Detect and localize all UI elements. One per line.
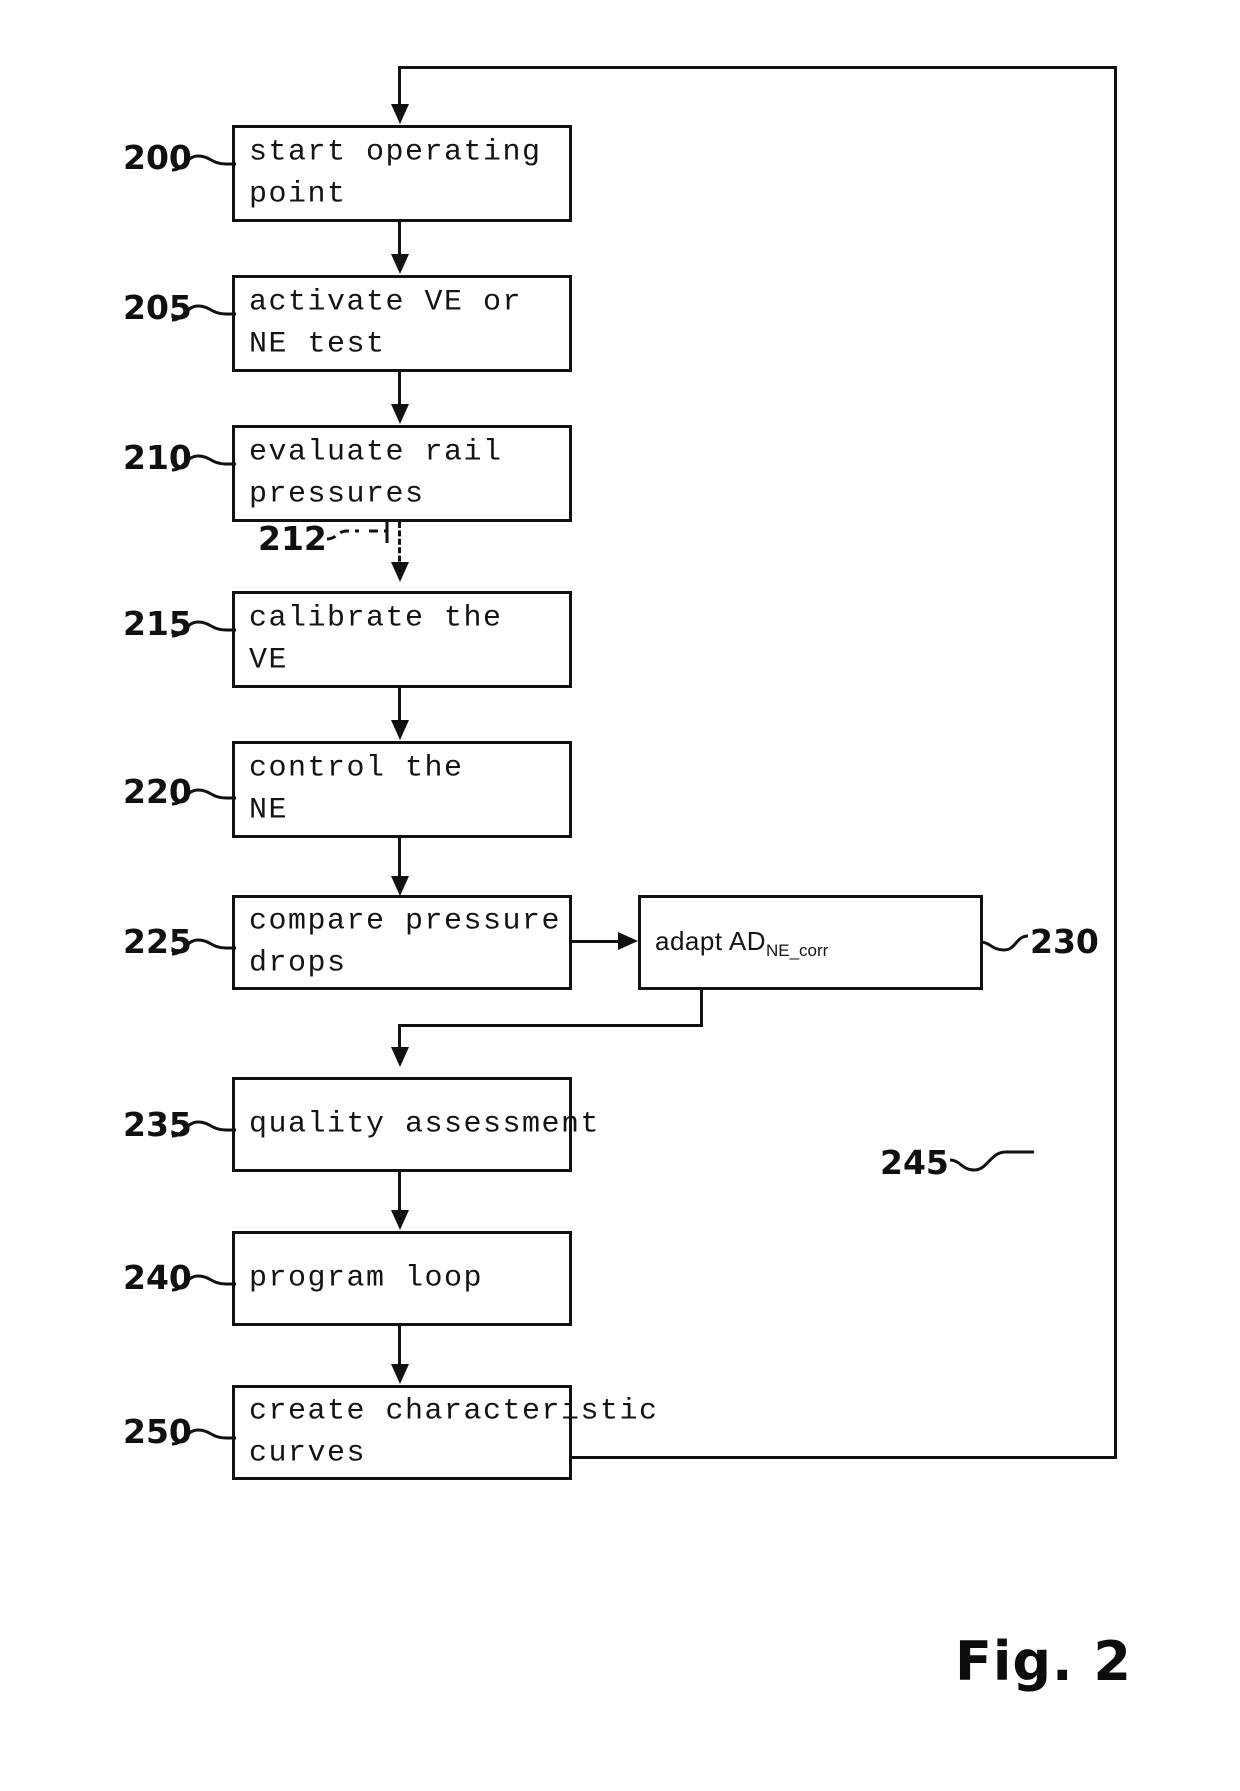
arrowhead-205-210 bbox=[391, 404, 409, 424]
node-quality-assessment[interactable]: quality assessment bbox=[232, 1077, 599, 1172]
node-adapt-ad-ne-corr[interactable]: adapt ADNE_corr bbox=[638, 895, 983, 990]
feedback-line-into-200 bbox=[398, 66, 401, 108]
node-program-loop[interactable]: program loop bbox=[232, 1231, 572, 1326]
node-create-characteristic-curves[interactable]: create characteristic curves bbox=[232, 1385, 657, 1480]
feedback-line-right bbox=[1114, 66, 1117, 1459]
feedback-line-top bbox=[398, 66, 1117, 69]
ref-215: 215 bbox=[123, 604, 192, 643]
node-215-label: calibrate the VE bbox=[249, 600, 503, 678]
figure-caption: Fig. 2 bbox=[955, 1630, 1132, 1693]
node-205-label: activate VE or NE test bbox=[249, 284, 523, 362]
node-240-label: program loop bbox=[249, 1261, 484, 1296]
node-calibrate-the-ve[interactable]: calibrate the VE bbox=[232, 591, 572, 688]
ref-240: 240 bbox=[123, 1258, 192, 1297]
node-control-the-ne[interactable]: control the NE bbox=[232, 741, 572, 838]
arrowhead-212 bbox=[391, 562, 409, 582]
arrowhead-200-205 bbox=[391, 254, 409, 274]
ref-212: 212 bbox=[258, 519, 327, 558]
node-evaluate-rail-pressures[interactable]: evaluate rail pressures bbox=[232, 425, 572, 522]
figure-canvas: start operating point 200 activate VE or N… bbox=[0, 0, 1240, 1791]
arrowhead-into-200 bbox=[391, 104, 409, 124]
arrowhead-215-220 bbox=[391, 720, 409, 740]
arrowhead-220-225 bbox=[391, 876, 409, 896]
connector-230-down bbox=[700, 990, 703, 1027]
arrowhead-235-240 bbox=[391, 1210, 409, 1230]
node-225-label: compare pressure drops bbox=[249, 903, 562, 981]
connector-230-left bbox=[398, 1024, 703, 1027]
connector-225-230 bbox=[572, 940, 622, 943]
node-200-label: start operating point bbox=[249, 134, 542, 212]
arrowhead-230-235 bbox=[391, 1047, 409, 1067]
node-start-operating-point[interactable]: start operating point bbox=[232, 125, 572, 222]
node-activate-ve-or-ne-test[interactable]: activate VE or NE test bbox=[232, 275, 572, 372]
node-230-label: adapt ADNE_corr bbox=[655, 925, 829, 960]
node-compare-pressure-drops[interactable]: compare pressure drops bbox=[232, 895, 572, 990]
ref-230: 230 bbox=[1030, 922, 1099, 961]
leader-230 bbox=[979, 934, 1029, 952]
ref-210: 210 bbox=[123, 438, 192, 477]
node-210-label: evaluate rail pressures bbox=[249, 434, 503, 512]
node-220-label: control the NE bbox=[249, 750, 464, 828]
ref-205: 205 bbox=[123, 288, 192, 327]
leader-245 bbox=[949, 1150, 1034, 1172]
ref-250: 250 bbox=[123, 1412, 192, 1451]
arrowhead-240-250 bbox=[391, 1364, 409, 1384]
node-250-label: create characteristic curves bbox=[249, 1393, 659, 1471]
ref-200: 200 bbox=[123, 138, 192, 177]
ref-235: 235 bbox=[123, 1105, 192, 1144]
ref-220: 220 bbox=[123, 772, 192, 811]
ref-245: 245 bbox=[880, 1143, 949, 1182]
feedback-line-bottom bbox=[572, 1456, 1117, 1459]
arrowhead-225-230 bbox=[618, 932, 638, 950]
node-235-label: quality assessment bbox=[249, 1107, 601, 1142]
ref-225: 225 bbox=[123, 922, 192, 961]
